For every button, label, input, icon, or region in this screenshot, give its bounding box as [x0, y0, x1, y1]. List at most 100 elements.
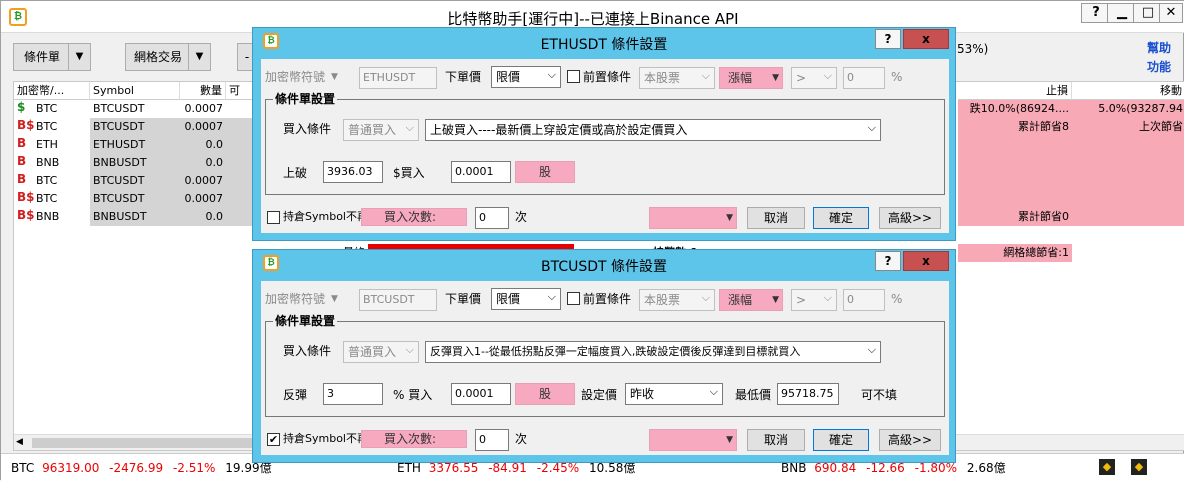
bnb-change: -12.66 [866, 461, 905, 475]
buy-condition-select[interactable]: 反彈買入1--從最低拐點反彈一定幅度買入,跌破設定價後反彈達到目標就買入 [425, 341, 881, 363]
coin-symbol-field[interactable]: BTCUSDT [359, 289, 437, 311]
times-unit: 次 [515, 432, 528, 446]
btc-volume: 19.99億 [225, 461, 272, 475]
coin-symbol-field[interactable]: ETHUSDT [359, 67, 437, 89]
btc-name: BTC [11, 461, 35, 475]
buy-amount-field[interactable]: 0.0001 [451, 383, 511, 405]
stock-select[interactable]: 本股票 [639, 67, 715, 89]
break-price-field[interactable]: 3936.03 [323, 161, 383, 183]
unit-button[interactable]: 股 [515, 161, 575, 183]
rebound-field[interactable]: 3 [323, 383, 383, 405]
compare-select[interactable]: > [791, 67, 837, 89]
binance-icon[interactable]: ◆ [1131, 459, 1147, 475]
action-select[interactable]: ▼ [649, 207, 737, 229]
buy-amount-field[interactable]: 0.0001 [451, 161, 511, 183]
scroll-left-icon[interactable]: ◀ [16, 437, 23, 447]
quantity-cell: 0.0007 [180, 190, 226, 208]
coin-symbol-label: 加密幣符號 [265, 292, 326, 306]
help-button[interactable]: ? [875, 29, 901, 49]
buy-type-select[interactable]: 普通買入 [343, 341, 419, 363]
column-header-symbol[interactable]: Symbol [90, 82, 180, 100]
help-button[interactable]: ? [875, 251, 901, 271]
percent-field[interactable]: 0 [843, 67, 885, 89]
hold-symbol-checkbox[interactable]: ✔ [267, 433, 280, 446]
quantity-cell: 0.0007 [180, 118, 226, 136]
buy-times-field[interactable]: 0 [475, 207, 509, 229]
bnb-price: 690.84 [814, 461, 857, 475]
condition-order-button[interactable]: 條件單 ▼ [13, 43, 91, 71]
help-link[interactable]: 幫助 [1147, 38, 1171, 58]
stock-select[interactable]: 本股票 [639, 289, 715, 311]
pre-condition-label: 前置條件 [583, 292, 632, 306]
rise-select[interactable]: 漲幅 ▼ [719, 289, 783, 311]
hold-symbol-label: 持倉Symbol不再 [283, 210, 361, 223]
chevron-down-icon[interactable]: ▼ [188, 44, 210, 70]
cancel-button[interactable]: 取消 [747, 429, 805, 451]
confirm-button[interactable]: 確定 [813, 207, 869, 229]
symbol-cell: BNBUSDT [90, 154, 180, 172]
hold-symbol-label: 持倉Symbol不再 [283, 432, 361, 445]
pink-fill-row [958, 172, 1184, 190]
rebound-label: 反彈 [283, 388, 308, 402]
unit-button[interactable]: 股 [515, 383, 575, 405]
saved-cell: 累計節省8 [958, 118, 1072, 136]
chevron-down-icon[interactable]: ▼ [68, 44, 90, 70]
btcusdt-condition-dialog: ₿ BTCUSDT 條件設置 ? x 加密幣符號 ▼ BTCUSDT 下單價 限… [252, 249, 956, 463]
chevron-down-icon: ▼ [772, 295, 779, 305]
column-header-stop-loss[interactable]: 止損 [958, 82, 1072, 100]
trailing-cell: 5.0%(93287.94 [1072, 100, 1184, 118]
buy-times-label: 買入次數: [361, 430, 467, 448]
close-button[interactable]: x [903, 29, 949, 49]
last-saved-cell: 上次節省 [1072, 118, 1184, 136]
percent-unit: % [891, 70, 903, 84]
symbol-cell: BTCUSDT [90, 172, 180, 190]
condition-group-title: 條件單設置 [273, 91, 338, 107]
percent-fragment: 53%) [957, 42, 989, 56]
order-price-select[interactable]: 限價 [491, 66, 561, 88]
quantity-cell: 0.0007 [184, 102, 224, 115]
cancel-button[interactable]: 取消 [747, 207, 805, 229]
column-header-coin[interactable]: 加密幣/... [14, 82, 90, 100]
symbol-cell: BNBUSDT [90, 208, 180, 226]
hold-symbol-checkbox[interactable] [267, 211, 280, 224]
symbol-cell: ETHUSDT [90, 136, 180, 154]
symbol-cell: BTCUSDT [93, 102, 145, 115]
buy-times-field[interactable]: 0 [475, 429, 509, 451]
binance-icon[interactable]: ◆ [1099, 459, 1115, 475]
percent-field[interactable]: 0 [843, 289, 885, 311]
status-icon: B [17, 136, 27, 150]
action-select[interactable]: ▼ [649, 429, 737, 451]
dialog-body: 加密幣符號 ▼ BTCUSDT 下單價 限價 前置條件 本股票 漲幅 ▼ > 0… [261, 281, 949, 455]
grid-trade-button[interactable]: 網格交易 ▼ [125, 43, 211, 71]
buy-type-select[interactable]: 普通買入 [343, 119, 419, 141]
pink-fill-cell [1072, 208, 1184, 226]
bnb-pct: -1.80% [914, 461, 958, 475]
close-button[interactable]: ✕ [1159, 3, 1183, 23]
stop-loss-cell: 跌10.0%(86924.... [958, 100, 1072, 118]
set-price-select[interactable]: 昨收 [625, 383, 723, 405]
dialog-title: ETHUSDT 條件設置 [540, 37, 668, 53]
close-button[interactable]: x [903, 251, 949, 271]
order-price-select[interactable]: 限價 [491, 288, 561, 310]
bnb-name: BNB [781, 461, 807, 475]
advanced-button[interactable]: 高級>> [879, 207, 941, 229]
scrollbar-thumb[interactable] [32, 438, 252, 448]
confirm-button[interactable]: 確定 [813, 429, 869, 451]
chevron-down-icon: ▼ [331, 294, 338, 304]
compare-select[interactable]: > [791, 289, 837, 311]
feature-link[interactable]: 功能 [1147, 57, 1171, 77]
column-header-trailing[interactable]: 移動 [1072, 82, 1184, 100]
ethusdt-condition-dialog: ₿ ETHUSDT 條件設置 ? x 加密幣符號 ▼ ETHUSDT 下單價 限… [252, 27, 956, 241]
buy-condition-select[interactable]: 上破買入----最新價上穿設定價或高於設定價買入 [425, 119, 881, 141]
pre-condition-checkbox[interactable] [567, 70, 580, 83]
rise-select[interactable]: 漲幅 ▼ [719, 67, 783, 89]
advanced-button[interactable]: 高級>> [879, 429, 941, 451]
chevron-down-icon: ▼ [726, 213, 733, 223]
chevron-down-icon: ▼ [331, 72, 338, 82]
buy-times-label: 買入次數: [361, 208, 467, 226]
condition-order-label: 條件單 [24, 50, 61, 64]
pre-condition-checkbox[interactable] [567, 292, 580, 305]
min-price-field[interactable]: 95718.75 [777, 383, 839, 405]
chevron-down-icon: ▼ [726, 435, 733, 445]
column-header-quantity[interactable]: 數量 [180, 82, 226, 100]
